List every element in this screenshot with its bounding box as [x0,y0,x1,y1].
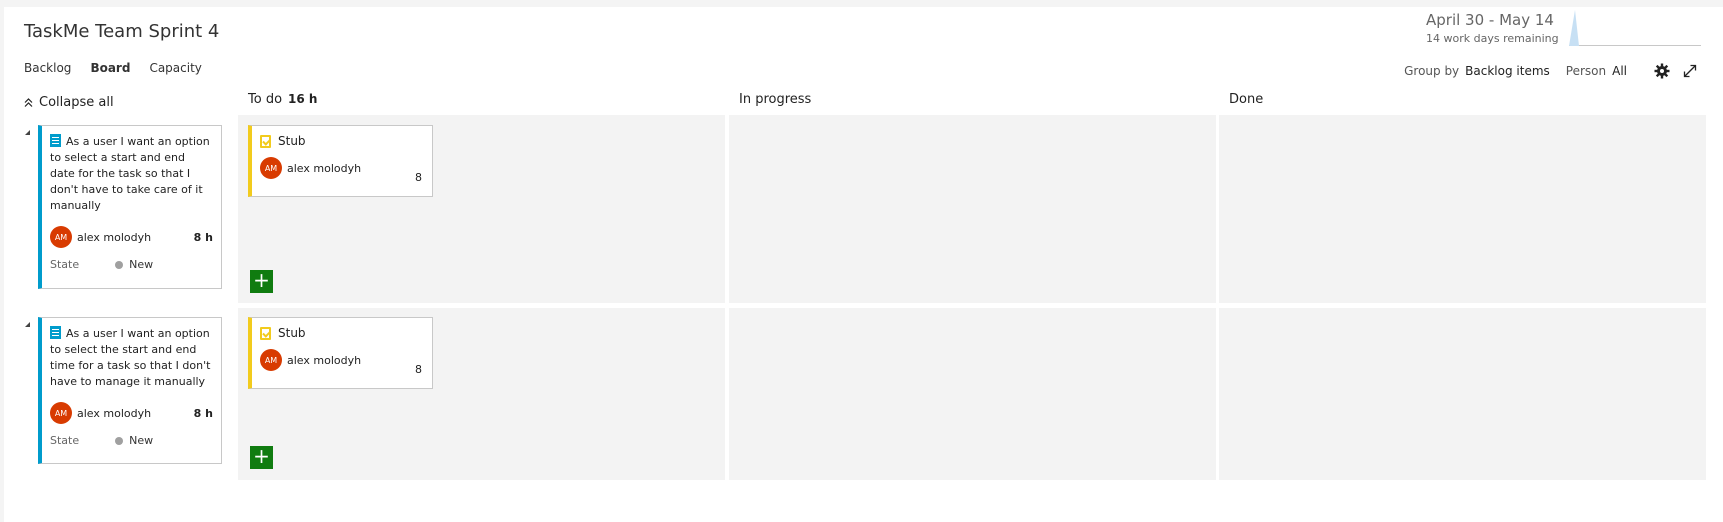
gear-glyph [1654,63,1670,79]
task-title-text: Stub [278,326,306,340]
state-value[interactable]: New [115,434,153,447]
state-field: State New [50,258,213,271]
column-title: In progress [739,92,812,107]
expand-icon[interactable] [1681,62,1699,80]
collapse-all-button[interactable]: Collapse all [24,95,114,110]
burndown-sparkline[interactable] [1569,8,1701,46]
backlog-item-meta: AM alex molodyh 8 h [50,402,213,424]
expand-glyph [1683,64,1697,78]
avatar: AM [50,402,72,424]
top-strip [0,0,1723,7]
avatar: AM [260,157,282,179]
state-value[interactable]: New [115,258,153,271]
state-dot-icon [115,436,124,445]
tab-board[interactable]: Board [90,61,130,75]
state-label: State [50,434,80,447]
avatar: AM [260,349,282,371]
backlog-item-title-text: As a user I want an option to select a s… [50,135,210,212]
task-card[interactable]: Stub AM alex molodyh 8 [248,125,433,197]
backlog-item-title[interactable]: As a user I want an option to select the… [50,326,213,390]
state-dot-icon [115,260,124,269]
burndown-chart [1569,10,1579,46]
task-title[interactable]: Stub [260,326,424,340]
cell-row2-in-progress[interactable] [729,308,1216,480]
assignee[interactable]: AM alex molodyh [50,402,151,424]
add-task-button[interactable]: + [250,270,273,293]
column-title: To do [248,92,283,107]
backlog-item-icon [50,326,61,339]
column-header-in-progress: In progress [739,92,811,107]
view-tabs: Backlog Board Capacity [24,61,221,75]
task-title-text: Stub [278,134,306,148]
estimate: 8 h [193,406,213,420]
tab-backlog[interactable]: Backlog [24,61,71,75]
backlog-item-card[interactable]: As a user I want an option to select the… [38,317,222,464]
cell-row1-done[interactable] [1219,115,1706,303]
cell-row2-done[interactable] [1219,308,1706,480]
collapse-all-label: Collapse all [39,95,114,110]
state-label: State [50,258,80,271]
person-filter[interactable]: Person All [1566,64,1627,78]
sprint-dates: April 30 - May 14 [1426,11,1554,29]
board-toolbar: Group by Backlog items Person All [1404,62,1699,80]
state-field: State New [50,434,213,447]
task-clipboard-icon [260,134,271,148]
group-by-label: Group by [1404,64,1460,78]
add-task-button[interactable]: + [250,446,273,469]
task-title[interactable]: Stub [260,134,424,148]
left-edge [0,7,4,522]
column-header-done: Done [1229,92,1263,107]
task-card[interactable]: Stub AM alex molodyh 8 [248,317,433,389]
assignee[interactable]: AM alex molodyh [260,349,424,371]
tab-capacity[interactable]: Capacity [149,61,201,75]
assignee-name: alex molodyh [287,161,362,175]
remaining-work[interactable]: 8 [415,363,422,376]
row-collapse-toggle-icon[interactable] [25,130,30,135]
backlog-item-title[interactable]: As a user I want an option to select a s… [50,134,213,214]
assignee[interactable]: AM alex molodyh [50,226,151,248]
cell-row1-in-progress[interactable] [729,115,1216,303]
backlog-item-card[interactable]: As a user I want an option to select a s… [38,125,222,289]
sprint-title: TaskMe Team Sprint 4 [24,21,220,42]
row-collapse-toggle-icon[interactable] [25,322,30,327]
estimate: 8 h [193,230,213,244]
burndown-area [1569,10,1579,46]
assignee-name: alex molodyh [77,406,152,420]
person-label: Person [1565,64,1607,78]
column-header-todo: To do 16 h [248,92,317,107]
work-days-remaining: 14 work days remaining [1426,32,1559,45]
backlog-item-meta: AM alex molodyh 8 h [50,226,213,248]
assignee[interactable]: AM alex molodyh [260,157,424,179]
task-clipboard-icon [260,326,271,340]
double-chevron-up-icon [24,97,33,107]
state-text: New [129,434,154,447]
backlog-item-title-text: As a user I want an option to select the… [50,327,211,388]
assignee-name: alex molodyh [77,230,152,244]
column-count: 16 h [288,92,318,106]
person-value: All [1612,64,1627,78]
group-by-picker[interactable]: Group by Backlog items [1404,64,1550,78]
group-by-value: Backlog items [1465,64,1550,78]
avatar: AM [50,226,72,248]
assignee-name: alex molodyh [287,353,362,367]
backlog-item-icon [50,134,61,147]
state-text: New [129,258,154,271]
remaining-work[interactable]: 8 [415,171,422,184]
column-title: Done [1229,92,1264,107]
gear-icon[interactable] [1653,62,1671,80]
